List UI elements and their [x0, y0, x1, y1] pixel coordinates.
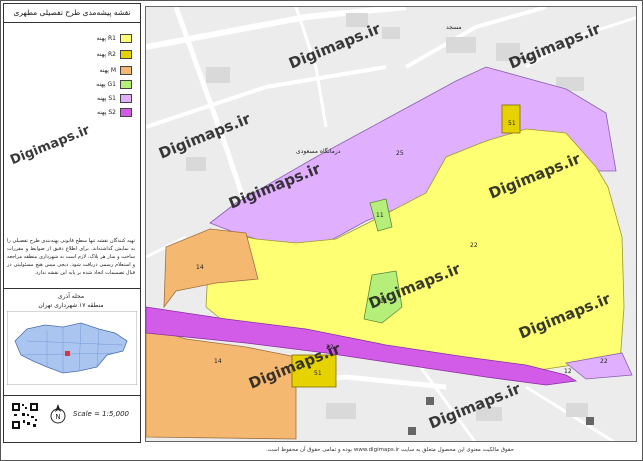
parking-icon: [586, 417, 594, 425]
parking-icon: [426, 397, 434, 405]
place-label: مسجد: [446, 24, 462, 31]
zone-label: 12: [564, 368, 572, 375]
legend-swatch: [120, 34, 132, 43]
qr-code-icon: [11, 402, 39, 430]
legend-item-r1: پهنه R1: [64, 34, 134, 44]
zone-label: 14: [196, 264, 204, 271]
copyright-footer: حقوق مالکیت معنوی این محصول متعلق به سای…: [265, 447, 515, 453]
parking-icon: [408, 427, 416, 435]
map-canvas: 51 25 11 22 14 11 22 14 51 22 12 درمانگا…: [146, 7, 636, 441]
legend-item-s1: پهنه S1: [64, 94, 134, 104]
zone-label: 25: [396, 150, 404, 157]
zone-label: 51: [314, 370, 322, 377]
zone-label: 22: [326, 344, 334, 351]
scale-row: N Scale = 1:5,000: [3, 395, 141, 443]
legend-title: نقشه پیشه‌مدی طرح تفصیلی مطهری: [4, 4, 140, 23]
zone-label: 14: [214, 358, 222, 365]
legend-item-s2: پهنه S2: [64, 108, 134, 118]
location-marker: [65, 351, 70, 356]
legend-label: پهنه S2: [96, 109, 116, 116]
place-label: درمانگاه مسعودی: [296, 147, 341, 155]
legend-label: پهنه S1: [96, 95, 116, 102]
zone-label: 11: [380, 298, 388, 305]
place-label: مدرسه: [516, 54, 534, 61]
north-arrow-icon: N: [50, 404, 66, 424]
scale-text: Scale = 1:5,000: [73, 410, 129, 418]
legend-label: پهنه M: [99, 67, 116, 74]
legend-label: پهنه R1: [96, 35, 116, 42]
legend-swatch: [120, 80, 132, 89]
legend-swatch: [120, 50, 132, 59]
legend-item-m: پهنه M: [64, 66, 134, 76]
location-title: محله آذری: [57, 293, 85, 300]
legend-notes: تهیه کنندگان نقشه تنها سطح قانونی پهنه‌ب…: [7, 238, 135, 276]
legend-item-r2: پهنه R2: [64, 50, 134, 60]
zone-label: 51: [508, 120, 516, 127]
map-view[interactable]: 51 25 11 22 14 11 22 14 51 22 12 درمانگا…: [145, 6, 637, 442]
location-inset: محله آذری منطقه ۱۷ شهرداری تهران: [3, 288, 141, 388]
zone-label: 22: [470, 242, 478, 249]
zone-label: 11: [376, 212, 384, 219]
legend-swatch: [120, 66, 132, 75]
zone-r2-north: [501, 104, 521, 134]
zone-label: 22: [600, 358, 608, 365]
legend-label: پهنه R2: [96, 51, 116, 58]
tehran-inset-map: [7, 311, 137, 385]
legend-swatch: [120, 94, 132, 103]
location-subtitle: منطقه ۱۷ شهرداری تهران: [38, 302, 104, 309]
legend-swatch: [120, 108, 132, 117]
svg-text:N: N: [55, 413, 60, 421]
legend-item-g1: پهنه G1: [64, 80, 134, 90]
legend-label: پهنه G1: [96, 81, 116, 88]
